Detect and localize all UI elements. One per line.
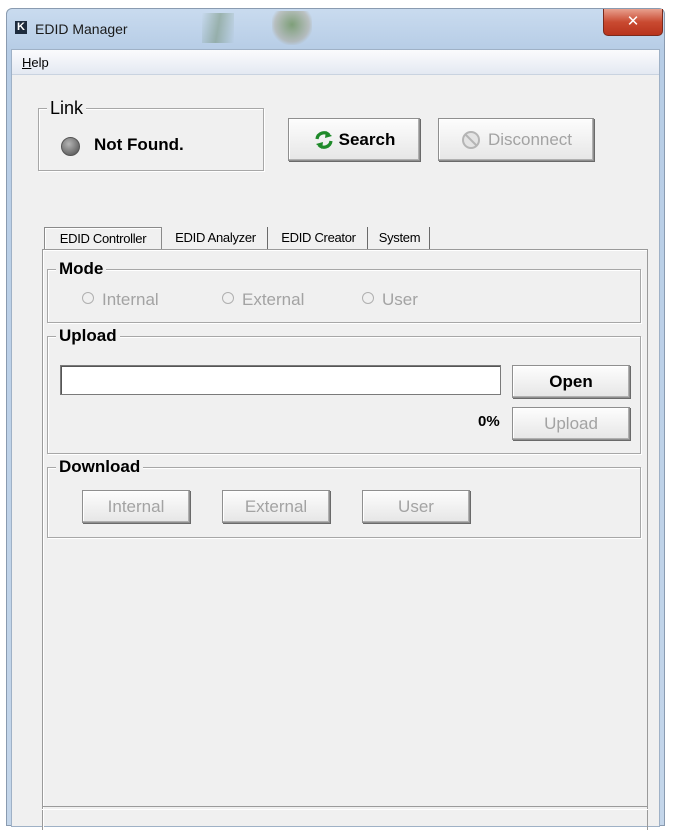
download-external-button[interactable]: External (222, 490, 330, 523)
tab-system[interactable]: System (370, 227, 430, 249)
upload-progress-text: 0% (478, 413, 500, 430)
close-icon: ✕ (626, 12, 640, 30)
download-external-label: External (244, 496, 308, 516)
upload-button-label: Upload (544, 413, 598, 433)
tab-edid-analyzer[interactable]: EDID Analyzer (164, 227, 268, 249)
disconnect-button[interactable]: Disconnect (438, 118, 594, 161)
download-internal-label: Internal (107, 496, 165, 516)
link-group: Link Not Found. (38, 98, 264, 171)
client-area: Help Link Not Found. Search Disconnect E… (11, 49, 660, 830)
mode-internal-radio[interactable]: Internal (82, 290, 159, 310)
tab-edid-creator[interactable]: EDID Creator (270, 227, 368, 249)
edid-controller-panel: Mode Internal External User Upload Open … (42, 249, 648, 830)
mode-user-label: User (382, 290, 418, 309)
search-button[interactable]: Search (288, 118, 420, 161)
upload-group: Upload Open 0% Upload (47, 326, 641, 454)
open-button[interactable]: Open (512, 365, 630, 398)
menu-bar: Help (12, 50, 659, 75)
mode-internal-label: Internal (102, 290, 159, 309)
upload-file-input[interactable] (60, 365, 501, 395)
menu-help-hotkey: H (22, 55, 32, 70)
connection-indicator-icon (61, 137, 80, 156)
titlebar-background-decoration (272, 11, 312, 45)
download-group: Download Internal External User (47, 457, 641, 538)
upload-group-title: Upload (56, 326, 120, 346)
radio-icon (82, 292, 94, 304)
edid-manager-window: K EDID Manager ✕ Help Link Not Found. Se… (6, 8, 665, 830)
search-button-label: Search (338, 129, 396, 149)
title-bar[interactable]: K EDID Manager ✕ (7, 9, 664, 49)
disconnect-button-label: Disconnect (487, 129, 573, 149)
mode-external-label: External (242, 290, 305, 309)
link-group-title: Link (47, 98, 87, 119)
menu-help[interactable]: Help (22, 55, 49, 70)
app-logo-icon: K (15, 21, 27, 34)
mode-user-radio[interactable]: User (362, 290, 418, 310)
radio-icon (222, 292, 234, 304)
download-group-title: Download (56, 457, 144, 477)
titlebar-background-decoration (202, 13, 234, 43)
mode-group-title: Mode (56, 259, 107, 279)
window-title: EDID Manager (35, 21, 128, 37)
disconnect-icon (461, 130, 480, 149)
download-internal-button[interactable]: Internal (82, 490, 190, 523)
tab-edid-controller[interactable]: EDID Controller (44, 227, 162, 249)
upload-button[interactable]: Upload (512, 407, 630, 440)
download-user-label: User (398, 496, 434, 516)
menu-help-label: elp (31, 55, 49, 70)
mode-external-radio[interactable]: External (222, 290, 304, 310)
connection-status: Not Found. (94, 135, 184, 154)
mode-group: Mode Internal External User (47, 259, 641, 323)
close-button[interactable]: ✕ (603, 9, 663, 36)
open-button-label: Open (549, 371, 593, 391)
panel-bottom-border (42, 806, 648, 810)
radio-icon (362, 292, 374, 304)
refresh-icon (315, 130, 333, 149)
download-user-button[interactable]: User (362, 490, 470, 523)
